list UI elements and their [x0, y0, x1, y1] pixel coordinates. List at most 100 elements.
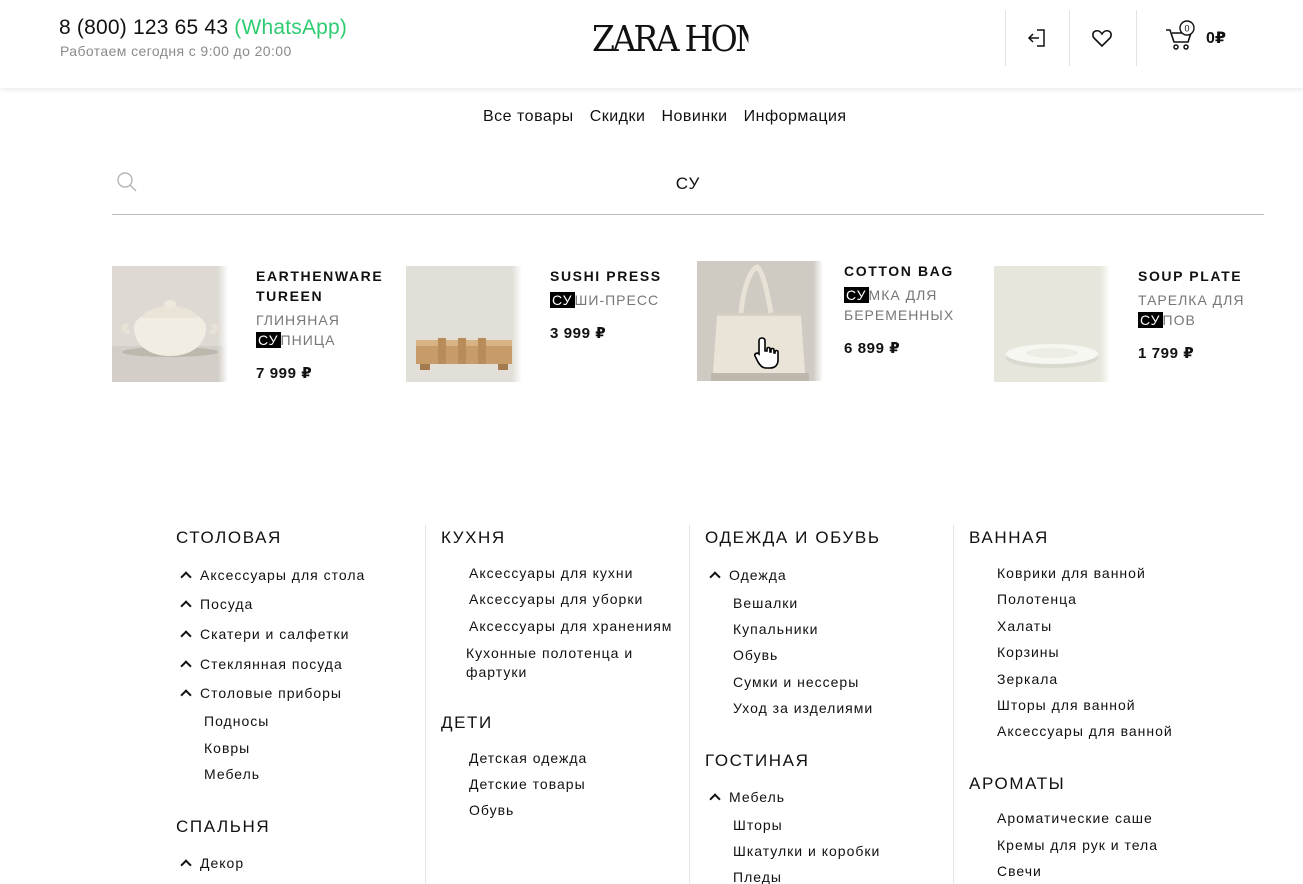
nav-discounts[interactable]: Скидки	[590, 108, 646, 126]
category-title[interactable]: Кухня	[441, 528, 506, 548]
heart-icon[interactable]	[1090, 26, 1114, 50]
product-desc: СУ МКА ДЛЯ БЕРЕМЕННЫХ	[844, 287, 955, 323]
phone-text[interactable]: 8 (800) 123 65 43	[59, 16, 228, 39]
product-desc: ТАРЕЛКА ДЛЯ СУ ПОВ	[1138, 292, 1245, 328]
category-link[interactable]: Подносы	[204, 713, 269, 729]
chevron-up-icon	[180, 859, 192, 871]
category-link[interactable]: Ковры	[204, 740, 250, 756]
category-title[interactable]: Спальня	[176, 817, 270, 837]
product-price: 7 999 ₽	[256, 365, 313, 382]
category-link[interactable]: Шторы	[733, 817, 783, 833]
category-link[interactable]: Мебель	[204, 766, 260, 782]
category-title[interactable]: Одежда и обувь	[705, 528, 881, 548]
search-highlight: СУ	[256, 332, 281, 348]
category-link[interactable]: Столовые приборы	[180, 685, 342, 701]
svg-text:ZARA HOME: ZARA HOME	[592, 19, 748, 58]
category-link[interactable]: Зеркала	[997, 671, 1058, 687]
nav-all-products[interactable]: Все товары	[483, 108, 574, 126]
product-price: 1 799 ₽	[1138, 345, 1195, 362]
cart-icon[interactable]: 0	[1164, 20, 1198, 52]
category-title[interactable]: Гостиная	[705, 751, 809, 771]
category-link[interactable]: Посуда	[180, 596, 253, 612]
site-header: 8 (800) 123 65 43 (WhatsApp) Работаем се…	[0, 0, 1303, 88]
category-link[interactable]: Коврики для ванной	[997, 565, 1146, 581]
chevron-up-icon	[180, 689, 192, 701]
header-divider	[1005, 10, 1006, 66]
category-title[interactable]: Дети	[441, 713, 493, 733]
product-desc: ГЛИНЯНАЯ СУ ПНИЦА	[256, 312, 340, 348]
header-divider	[1136, 10, 1137, 66]
product-title[interactable]: EARTHENWARE TUREEN	[256, 266, 396, 306]
chevron-up-icon	[180, 660, 192, 672]
category-link[interactable]: Одежда	[709, 567, 787, 583]
chevron-up-icon	[709, 571, 721, 583]
product-price: 3 999 ₽	[550, 325, 607, 342]
category-title[interactable]: Столовая	[176, 528, 282, 548]
category-link[interactable]: Аксессуары для хранениям	[469, 618, 672, 634]
category-link[interactable]: Детские товары	[469, 776, 586, 792]
category-link[interactable]: Аксессуары для кухни	[469, 565, 633, 581]
product-image[interactable]	[994, 266, 1110, 382]
search-underline	[112, 214, 1264, 215]
category-link[interactable]: Пледы	[733, 869, 782, 884]
category-link[interactable]: Кремы для рук и тела	[997, 837, 1158, 853]
category-link[interactable]: Обувь	[469, 802, 514, 818]
category-link[interactable]: Корзины	[997, 644, 1060, 660]
category-link[interactable]: Аксессуары для стола	[180, 567, 365, 583]
category-link[interactable]: Сумки и нессеры	[733, 674, 859, 690]
login-icon[interactable]	[1026, 26, 1050, 50]
product-info: EARTHENWARE TUREEN ГЛИНЯНАЯ СУ ПНИЦА 7 99…	[256, 266, 396, 382]
product-info: COTTON BAG СУ МКА ДЛЯ БЕРЕМЕННЫХ 6 899 ₽	[844, 261, 964, 357]
chevron-up-icon	[180, 600, 192, 612]
main-nav: Все товары Скидки Новинки Информация	[483, 108, 847, 126]
category-link[interactable]: Декор	[180, 855, 244, 871]
search-highlight: СУ	[844, 287, 869, 303]
category-link[interactable]: Вешалки	[733, 595, 798, 611]
site-logo[interactable]: ZARA HOME	[592, 18, 791, 67]
search-input[interactable]: СУ	[0, 174, 1303, 194]
category-link[interactable]: Аксессуары для уборки	[469, 591, 643, 607]
category-link[interactable]: Обувь	[733, 647, 778, 663]
product-price: 6 899 ₽	[844, 340, 901, 357]
cart-total[interactable]: 0₽	[1206, 28, 1226, 48]
working-hours: Работаем сегодня с 9:00 до 20:00	[60, 43, 292, 59]
category-link[interactable]: Свечи	[997, 863, 1042, 879]
product-title[interactable]: SOUP PLATE	[1138, 266, 1268, 286]
product-title[interactable]: COTTON BAG	[844, 261, 964, 281]
category-link[interactable]: Шкатулки и коробки	[733, 843, 880, 859]
search-highlight: СУ	[550, 292, 575, 308]
category-link[interactable]: Детская одежда	[469, 750, 587, 766]
chevron-up-icon	[709, 793, 721, 805]
nav-new[interactable]: Новинки	[661, 108, 727, 126]
category-title[interactable]: Ванная	[969, 528, 1049, 548]
search-highlight: СУ	[1138, 312, 1163, 328]
phone-number[interactable]: 8 (800) 123 65 43 (WhatsApp)	[59, 16, 347, 40]
category-link[interactable]: Скатери и салфетки	[180, 626, 349, 642]
whatsapp-link[interactable]: (WhatsApp)	[234, 16, 347, 39]
product-desc: СУ ШИ-ПРЕСС	[550, 292, 660, 308]
category-link[interactable]: Халаты	[997, 618, 1052, 634]
category-link[interactable]: Уход за изделиями	[733, 700, 873, 716]
product-image[interactable]	[406, 266, 522, 382]
product-image[interactable]	[112, 266, 228, 382]
category-link[interactable]: Ароматические саше	[997, 810, 1153, 826]
category-link[interactable]: Полотенца	[997, 591, 1077, 607]
category-link[interactable]: Кухонные полотенца и фартуки	[466, 644, 666, 682]
product-info: SUSHI PRESS СУ ШИ-ПРЕСС 3 999 ₽	[550, 266, 670, 342]
zara-home-logo: ZARA HOME	[592, 19, 791, 61]
category-link[interactable]: Шторы для ванной	[997, 697, 1136, 713]
column-divider	[689, 525, 690, 884]
column-divider	[425, 525, 426, 884]
svg-text:0: 0	[1184, 24, 1189, 34]
category-link[interactable]: Стеклянная посуда	[180, 656, 343, 672]
header-divider	[1069, 10, 1070, 66]
category-link[interactable]: Мебель	[709, 789, 785, 805]
product-title[interactable]: SUSHI PRESS	[550, 266, 670, 286]
nav-info[interactable]: Информация	[744, 108, 847, 126]
category-link[interactable]: Купальники	[733, 621, 818, 637]
category-link[interactable]: Аксессуары для ванной	[997, 723, 1173, 739]
column-divider	[953, 525, 954, 884]
category-title[interactable]: Ароматы	[969, 774, 1065, 794]
chevron-up-icon	[180, 571, 192, 583]
chevron-up-icon	[180, 630, 192, 642]
